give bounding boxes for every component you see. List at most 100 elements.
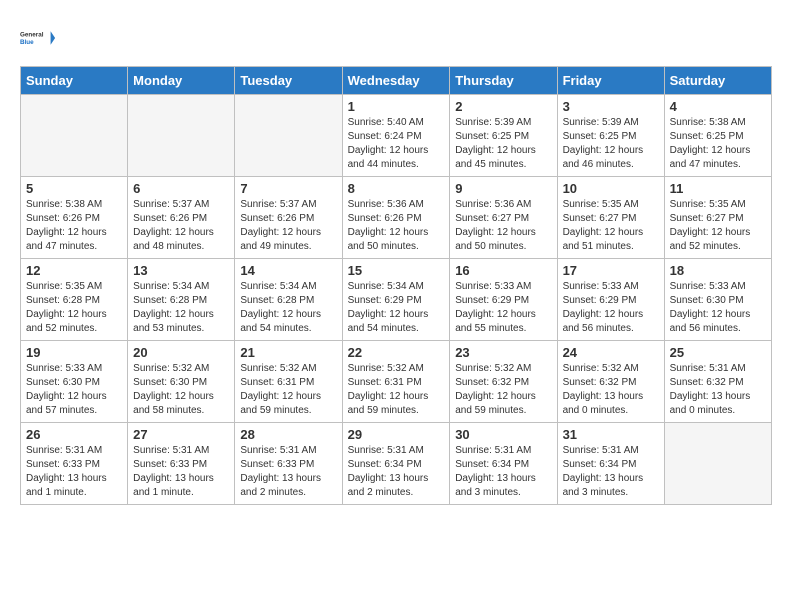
day-info: Sunrise: 5:35 AM Sunset: 6:27 PM Dayligh… [563, 198, 659, 254]
day-number: 25 [670, 345, 766, 360]
day-number: 19 [26, 345, 122, 360]
day-info: Sunrise: 5:38 AM Sunset: 6:26 PM Dayligh… [26, 198, 122, 254]
calendar-cell [21, 95, 128, 177]
calendar-cell: 11 Sunrise: 5:35 AM Sunset: 6:27 PM Dayli… [664, 177, 771, 259]
day-number: 14 [240, 263, 336, 278]
calendar-cell: 4Sunrise: 5:38 AM Sunset: 6:25 PM Daylig… [664, 95, 771, 177]
calendar-cell: 16 Sunrise: 5:33 AM Sunset: 6:29 PM Dayli… [450, 259, 557, 341]
day-info: Sunrise: 5:32 AM Sunset: 6:31 PM Dayligh… [240, 362, 336, 418]
day-number: 22 [348, 345, 445, 360]
calendar-cell: 10 Sunrise: 5:35 AM Sunset: 6:27 PM Dayli… [557, 177, 664, 259]
day-info: Sunrise: 5:31 AM Sunset: 6:33 PM Dayligh… [133, 444, 229, 500]
day-info: Sunrise: 5:31 AM Sunset: 6:34 PM Dayligh… [348, 444, 445, 500]
weekday-header-row: SundayMondayTuesdayWednesdayThursdayFrid… [21, 67, 772, 95]
day-info: Sunrise: 5:37 AM Sunset: 6:26 PM Dayligh… [133, 198, 229, 254]
day-info: Sunrise: 5:32 AM Sunset: 6:30 PM Dayligh… [133, 362, 229, 418]
day-info: Sunrise: 5:39 AM Sunset: 6:25 PM Dayligh… [455, 116, 551, 172]
calendar-cell: 1 Sunrise: 5:40 AM Sunset: 6:24 PM Daylig… [342, 95, 450, 177]
svg-text:General: General [20, 32, 44, 39]
calendar-week-row: 5Sunrise: 5:38 AM Sunset: 6:26 PM Daylig… [21, 177, 772, 259]
day-number: 27 [133, 427, 229, 442]
day-number: 3 [563, 99, 659, 114]
day-number: 8 [348, 181, 445, 196]
calendar-table: SundayMondayTuesdayWednesdayThursdayFrid… [20, 66, 772, 505]
calendar-cell: 29 Sunrise: 5:31 AM Sunset: 6:34 PM Dayli… [342, 423, 450, 505]
day-number: 12 [26, 263, 122, 278]
calendar-cell: 7 Sunrise: 5:37 AM Sunset: 6:26 PM Daylig… [235, 177, 342, 259]
calendar-cell: 25 Sunrise: 5:31 AM Sunset: 6:32 PM Dayli… [664, 341, 771, 423]
day-info: Sunrise: 5:33 AM Sunset: 6:30 PM Dayligh… [26, 362, 122, 418]
day-number: 31 [563, 427, 659, 442]
calendar-cell: 31 Sunrise: 5:31 AM Sunset: 6:34 PM Dayli… [557, 423, 664, 505]
calendar-cell: 17 Sunrise: 5:33 AM Sunset: 6:29 PM Dayli… [557, 259, 664, 341]
calendar-cell: 18 Sunrise: 5:33 AM Sunset: 6:30 PM Dayli… [664, 259, 771, 341]
day-info: Sunrise: 5:34 AM Sunset: 6:28 PM Dayligh… [133, 280, 229, 336]
day-info: Sunrise: 5:32 AM Sunset: 6:32 PM Dayligh… [455, 362, 551, 418]
day-info: Sunrise: 5:40 AM Sunset: 6:24 PM Dayligh… [348, 116, 445, 172]
calendar-cell: 15 Sunrise: 5:34 AM Sunset: 6:29 PM Dayli… [342, 259, 450, 341]
svg-text:Blue: Blue [20, 39, 34, 46]
day-info: Sunrise: 5:34 AM Sunset: 6:28 PM Dayligh… [240, 280, 336, 336]
calendar-week-row: 26 Sunrise: 5:31 AM Sunset: 6:33 PM Dayli… [21, 423, 772, 505]
calendar-week-row: 19 Sunrise: 5:33 AM Sunset: 6:30 PM Dayli… [21, 341, 772, 423]
weekday-header-saturday: Saturday [664, 67, 771, 95]
calendar-cell: 6 Sunrise: 5:37 AM Sunset: 6:26 PM Daylig… [128, 177, 235, 259]
day-info: Sunrise: 5:31 AM Sunset: 6:34 PM Dayligh… [455, 444, 551, 500]
page-header: GeneralBlue [20, 20, 772, 56]
day-info: Sunrise: 5:31 AM Sunset: 6:34 PM Dayligh… [563, 444, 659, 500]
day-number: 9 [455, 181, 551, 196]
day-info: Sunrise: 5:31 AM Sunset: 6:33 PM Dayligh… [26, 444, 122, 500]
logo: GeneralBlue [20, 20, 60, 56]
day-number: 2 [455, 99, 551, 114]
day-info: Sunrise: 5:33 AM Sunset: 6:29 PM Dayligh… [455, 280, 551, 336]
calendar-cell: 13 Sunrise: 5:34 AM Sunset: 6:28 PM Dayli… [128, 259, 235, 341]
day-number: 20 [133, 345, 229, 360]
logo-icon: GeneralBlue [20, 20, 56, 56]
day-info: Sunrise: 5:36 AM Sunset: 6:27 PM Dayligh… [455, 198, 551, 254]
day-info: Sunrise: 5:33 AM Sunset: 6:29 PM Dayligh… [563, 280, 659, 336]
day-info: Sunrise: 5:35 AM Sunset: 6:28 PM Dayligh… [26, 280, 122, 336]
day-info: Sunrise: 5:37 AM Sunset: 6:26 PM Dayligh… [240, 198, 336, 254]
calendar-cell: 8 Sunrise: 5:36 AM Sunset: 6:26 PM Daylig… [342, 177, 450, 259]
day-number: 24 [563, 345, 659, 360]
weekday-header-monday: Monday [128, 67, 235, 95]
calendar-cell: 14 Sunrise: 5:34 AM Sunset: 6:28 PM Dayli… [235, 259, 342, 341]
calendar-cell: 19 Sunrise: 5:33 AM Sunset: 6:30 PM Dayli… [21, 341, 128, 423]
calendar-cell: 20 Sunrise: 5:32 AM Sunset: 6:30 PM Dayli… [128, 341, 235, 423]
day-number: 10 [563, 181, 659, 196]
day-number: 28 [240, 427, 336, 442]
day-number: 16 [455, 263, 551, 278]
calendar-cell: 28 Sunrise: 5:31 AM Sunset: 6:33 PM Dayli… [235, 423, 342, 505]
day-info: Sunrise: 5:39 AM Sunset: 6:25 PM Dayligh… [563, 116, 659, 172]
calendar-week-row: 12 Sunrise: 5:35 AM Sunset: 6:28 PM Dayli… [21, 259, 772, 341]
day-number: 7 [240, 181, 336, 196]
day-number: 11 [670, 181, 766, 196]
calendar-cell [664, 423, 771, 505]
day-info: Sunrise: 5:34 AM Sunset: 6:29 PM Dayligh… [348, 280, 445, 336]
weekday-header-friday: Friday [557, 67, 664, 95]
day-info: Sunrise: 5:31 AM Sunset: 6:32 PM Dayligh… [670, 362, 766, 418]
day-info: Sunrise: 5:32 AM Sunset: 6:31 PM Dayligh… [348, 362, 445, 418]
day-number: 4 [670, 99, 766, 114]
calendar-cell: 23Sunrise: 5:32 AM Sunset: 6:32 PM Dayli… [450, 341, 557, 423]
calendar-cell: 3 Sunrise: 5:39 AM Sunset: 6:25 PM Daylig… [557, 95, 664, 177]
day-info: Sunrise: 5:32 AM Sunset: 6:32 PM Dayligh… [563, 362, 659, 418]
calendar-cell: 22 Sunrise: 5:32 AM Sunset: 6:31 PM Dayli… [342, 341, 450, 423]
day-number: 30 [455, 427, 551, 442]
day-info: Sunrise: 5:36 AM Sunset: 6:26 PM Dayligh… [348, 198, 445, 254]
calendar-cell: 2 Sunrise: 5:39 AM Sunset: 6:25 PM Daylig… [450, 95, 557, 177]
day-number: 6 [133, 181, 229, 196]
calendar-cell: 26 Sunrise: 5:31 AM Sunset: 6:33 PM Dayli… [21, 423, 128, 505]
day-info: Sunrise: 5:33 AM Sunset: 6:30 PM Dayligh… [670, 280, 766, 336]
day-number: 15 [348, 263, 445, 278]
calendar-week-row: 1 Sunrise: 5:40 AM Sunset: 6:24 PM Daylig… [21, 95, 772, 177]
day-number: 17 [563, 263, 659, 278]
day-number: 29 [348, 427, 445, 442]
calendar-cell: 9 Sunrise: 5:36 AM Sunset: 6:27 PM Daylig… [450, 177, 557, 259]
day-number: 1 [348, 99, 445, 114]
day-info: Sunrise: 5:35 AM Sunset: 6:27 PM Dayligh… [670, 198, 766, 254]
day-info: Sunrise: 5:31 AM Sunset: 6:33 PM Dayligh… [240, 444, 336, 500]
day-number: 26 [26, 427, 122, 442]
day-number: 18 [670, 263, 766, 278]
day-number: 13 [133, 263, 229, 278]
